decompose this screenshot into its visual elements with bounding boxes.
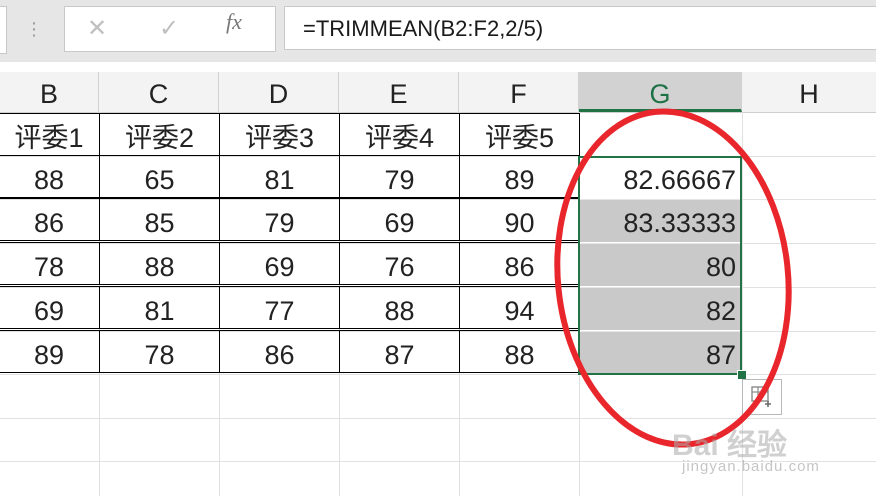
watermark-url: jingyan.baidu.com xyxy=(682,458,820,475)
annotation-circle xyxy=(554,108,792,448)
